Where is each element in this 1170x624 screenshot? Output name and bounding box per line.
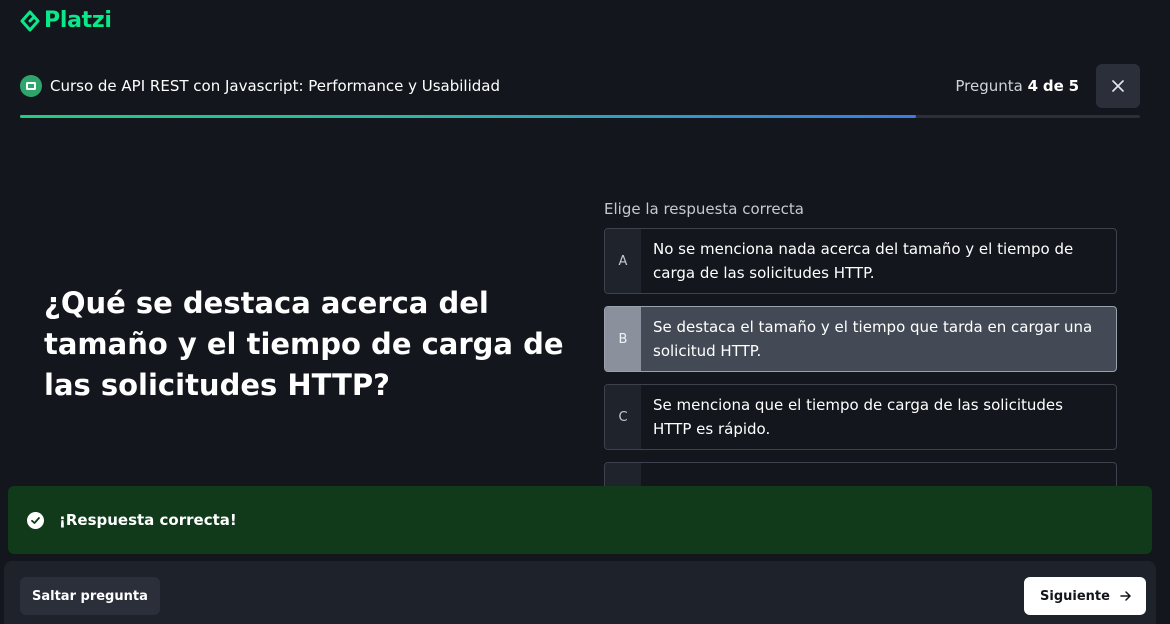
question-text: ¿Qué se destaca acerca del tamaño y el t… [44, 286, 564, 402]
answer-option-a[interactable]: A No se menciona nada acerca del tamaño … [604, 228, 1117, 294]
close-button[interactable] [1096, 64, 1140, 108]
current-question-number: 4 [1027, 77, 1039, 95]
quiz-footer: Saltar pregunta Siguiente [4, 561, 1156, 624]
option-text: Se destaca el tamaño y el tiempo que tar… [653, 318, 1093, 360]
course-title: Curso de API REST con Javascript: Perfor… [50, 77, 500, 95]
option-letter: C [605, 385, 641, 449]
option-text: No se menciona nada acerca del tamaño y … [653, 240, 1074, 282]
answer-instruction: Elige la respuesta correcta [604, 200, 804, 218]
option-letter: B [605, 307, 641, 371]
next-button-label: Siguiente [1040, 588, 1110, 604]
course-badge-icon [20, 75, 42, 97]
answer-option-c[interactable]: C Se menciona que el tiempo de carga de … [604, 384, 1117, 450]
total-questions: 5 [1068, 77, 1079, 95]
counter-prefix: Pregunta [955, 77, 1023, 95]
arrow-right-icon [1120, 591, 1131, 601]
logo-text: Platzi [44, 8, 112, 33]
question-counter: Pregunta 4 de 5 [955, 77, 1079, 95]
close-icon [1112, 80, 1124, 92]
option-letter: A [605, 229, 641, 293]
counter-separator: de [1042, 77, 1064, 95]
option-text: Se menciona que el tiempo de carga de la… [653, 396, 1063, 438]
check-circle-icon [27, 511, 44, 529]
skip-question-button[interactable]: Saltar pregunta [20, 577, 160, 615]
feedback-toast: ¡Respuesta correcta! [8, 486, 1152, 554]
platzi-logo[interactable]: Platzi [20, 8, 112, 33]
feedback-message: ¡Respuesta correcta! [59, 511, 237, 529]
progress-bar-fill [20, 115, 916, 118]
platzi-logo-icon [20, 10, 40, 31]
next-button[interactable]: Siguiente [1024, 577, 1146, 615]
progress-bar [20, 115, 1140, 118]
answer-option-b[interactable]: B Se destaca el tamaño y el tiempo que t… [604, 306, 1117, 372]
quiz-header: Curso de API REST con Javascript: Perfor… [20, 64, 1140, 108]
